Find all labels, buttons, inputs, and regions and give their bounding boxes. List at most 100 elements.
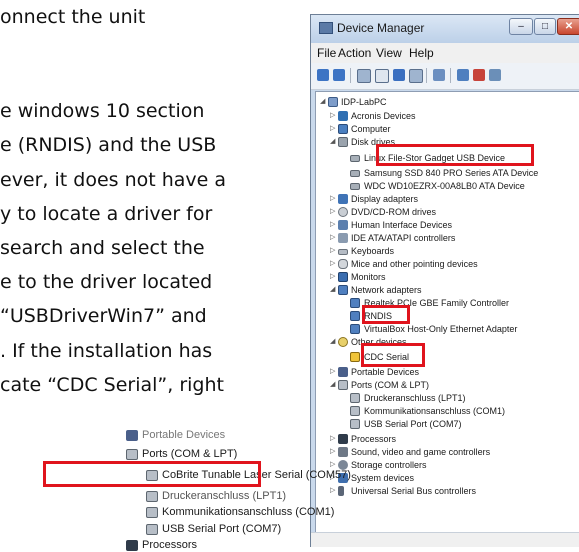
device-tree: ◢ IDP-LabPC ▷ Acronis Devices ▷ Computer… xyxy=(315,91,579,547)
collapse-arrow-icon[interactable]: ◢ xyxy=(320,96,325,108)
tree-item-label: Human Interface Devices xyxy=(351,220,453,230)
close-button[interactable]: ✕ xyxy=(557,18,579,35)
processor-icon xyxy=(338,434,348,444)
tree-item-label: DVD/CD-ROM drives xyxy=(351,207,437,217)
uninstall-icon[interactable] xyxy=(473,69,485,81)
collapse-arrow-icon[interactable]: ◢ xyxy=(330,379,335,391)
tree-item-label: Druckeranschluss (LPT1) xyxy=(364,393,466,403)
toolbar xyxy=(311,63,579,90)
forward-icon[interactable] xyxy=(333,69,345,81)
tree-item-label: Processors xyxy=(351,434,397,444)
tree-item-label: Sound, video and game controllers xyxy=(351,447,491,457)
expand-arrow-icon[interactable]: ▷ xyxy=(330,123,335,135)
monitor-icon xyxy=(338,272,348,282)
expand-arrow-icon[interactable]: ▷ xyxy=(330,245,335,257)
menu-file[interactable]: File xyxy=(317,46,336,60)
network-icon xyxy=(350,324,360,334)
port-icon xyxy=(350,419,360,429)
help-icon[interactable] xyxy=(393,69,405,81)
tree-item-label: Universal Serial Bus controllers xyxy=(351,486,477,496)
doc-line: e windows 10 section xyxy=(0,100,205,122)
acronis-icon xyxy=(338,111,348,121)
update-driver-icon[interactable] xyxy=(457,69,469,81)
expand-arrow-icon[interactable]: ▷ xyxy=(330,446,335,458)
device-manager-icon xyxy=(319,22,333,34)
maximize-button[interactable]: □ xyxy=(534,18,556,35)
device-view-icon[interactable] xyxy=(409,69,423,83)
keyboard-icon xyxy=(338,249,348,255)
properties-icon[interactable] xyxy=(375,69,389,83)
disk-icon xyxy=(350,183,360,190)
doc-line: y to locate a driver for xyxy=(0,203,213,225)
doc-line: ever, it does not have a xyxy=(0,169,227,191)
port-icon xyxy=(350,406,360,416)
tree-item-label: Computer xyxy=(351,124,391,134)
scan-hardware-icon[interactable] xyxy=(433,69,445,81)
portable-icon xyxy=(126,430,138,441)
expand-arrow-icon[interactable]: ▷ xyxy=(330,193,335,205)
tree-item-label: VirtualBox Host-Only Ethernet Adapter xyxy=(364,324,518,334)
hid-icon xyxy=(338,220,348,230)
usb-icon xyxy=(338,486,344,496)
highlight-box-cdc-serial xyxy=(361,343,425,367)
inset-item-label: Druckeranschluss (LPT1) xyxy=(162,490,287,502)
tree-item-label: IDE ATA/ATAPI controllers xyxy=(351,233,456,243)
expand-arrow-icon[interactable]: ▷ xyxy=(330,433,335,445)
tree-item-label: Monitors xyxy=(351,272,386,282)
expand-arrow-icon[interactable]: ▷ xyxy=(330,271,335,283)
collapse-arrow-icon[interactable]: ◢ xyxy=(330,136,335,148)
tree-item-label: WDC WD10EZRX-00A8LB0 ATA Device xyxy=(364,181,525,191)
expand-arrow-icon[interactable]: ▷ xyxy=(330,219,335,231)
disable-icon[interactable] xyxy=(489,69,501,81)
tree-item-label: Kommunikationsanschluss (COM1) xyxy=(364,406,506,416)
network-icon xyxy=(338,285,348,295)
expand-arrow-icon[interactable]: ▷ xyxy=(330,485,335,497)
expand-arrow-icon[interactable]: ▷ xyxy=(330,258,335,270)
doc-line: search and select the xyxy=(0,237,205,259)
menu-help[interactable]: Help xyxy=(409,46,434,60)
expand-arrow-icon[interactable]: ▷ xyxy=(330,110,335,122)
menu-action[interactable]: Action xyxy=(338,46,371,60)
tree-item-label: Acronis Devices xyxy=(351,111,416,121)
doc-line: “USBDriverWin7” and xyxy=(0,305,207,327)
tree-item-label: Mice and other pointing devices xyxy=(351,259,478,269)
tree-item-label: USB Serial Port (COM7) xyxy=(364,419,462,429)
collapse-arrow-icon[interactable]: ◢ xyxy=(330,284,335,296)
inset-item-label: Ports (COM & LPT) xyxy=(142,448,238,460)
highlight-box-rndis xyxy=(362,305,410,324)
port-icon xyxy=(126,449,138,460)
tree-item-label: Network adapters xyxy=(351,285,422,295)
menu-view[interactable]: View xyxy=(376,46,402,60)
tree-item-label: Storage controllers xyxy=(351,460,427,470)
doc-line: . If the installation has xyxy=(0,340,213,362)
port-icon xyxy=(146,491,158,502)
sound-icon xyxy=(338,447,348,457)
tree-root-label: IDP-LabPC xyxy=(341,97,387,107)
port-icon xyxy=(146,524,158,535)
computer-icon xyxy=(328,97,338,107)
processor-icon xyxy=(126,540,138,551)
minimize-button[interactable]: – xyxy=(509,18,533,35)
show-hide-tree-icon[interactable] xyxy=(357,69,371,83)
display-icon xyxy=(338,194,348,204)
expand-arrow-icon[interactable]: ▷ xyxy=(330,366,335,378)
expand-arrow-icon[interactable]: ▷ xyxy=(330,232,335,244)
unknown-device-icon xyxy=(338,337,348,347)
menu-bar: File Action View Help xyxy=(311,43,579,63)
expand-arrow-icon[interactable]: ▷ xyxy=(330,206,335,218)
network-icon xyxy=(350,298,360,308)
collapse-arrow-icon[interactable]: ◢ xyxy=(330,336,335,348)
disk-icon xyxy=(350,155,360,162)
back-icon[interactable] xyxy=(317,69,329,81)
port-icon xyxy=(146,507,158,518)
mouse-icon xyxy=(338,259,348,269)
tree-item-label: System devices xyxy=(351,473,415,483)
warning-device-icon xyxy=(350,352,360,362)
doc-line: cate “CDC Serial”, right xyxy=(0,374,224,396)
tree-item-label: Display adapters xyxy=(351,194,419,204)
toolbar-divider xyxy=(450,68,451,83)
title-bar[interactable]: Device Manager – □ ✕ xyxy=(311,15,579,43)
disk-icon xyxy=(350,170,360,177)
ide-icon xyxy=(338,233,348,243)
highlight-box-linux-gadget xyxy=(376,144,534,166)
